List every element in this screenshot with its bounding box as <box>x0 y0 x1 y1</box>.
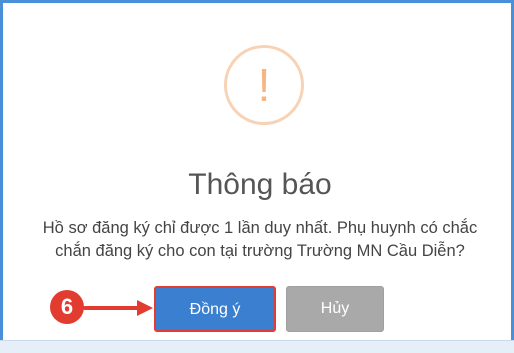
exclamation-mark: ! <box>257 59 271 111</box>
exclamation-circle-icon: ! <box>224 45 304 125</box>
dialog-frame: ! Thông báo Hồ sơ đăng ký chỉ được 1 lần… <box>0 0 514 352</box>
dialog-message: Hồ sơ đăng ký chỉ được 1 lần duy nhất. P… <box>23 217 497 263</box>
dialog-message-line-2: chắn đăng ký cho con tại trường Trường M… <box>55 242 465 260</box>
dialog-title: Thông báo <box>188 168 332 201</box>
confirm-button[interactable]: Đồng ý <box>154 286 276 332</box>
cancel-button[interactable]: Hủy <box>286 286 384 332</box>
step-number-badge: 6 <box>50 290 84 324</box>
bottom-edge-bar <box>0 340 514 353</box>
arrow-right-icon <box>83 300 153 316</box>
dialog-message-line-1: Hồ sơ đăng ký chỉ được 1 lần duy nhất. P… <box>42 219 478 237</box>
